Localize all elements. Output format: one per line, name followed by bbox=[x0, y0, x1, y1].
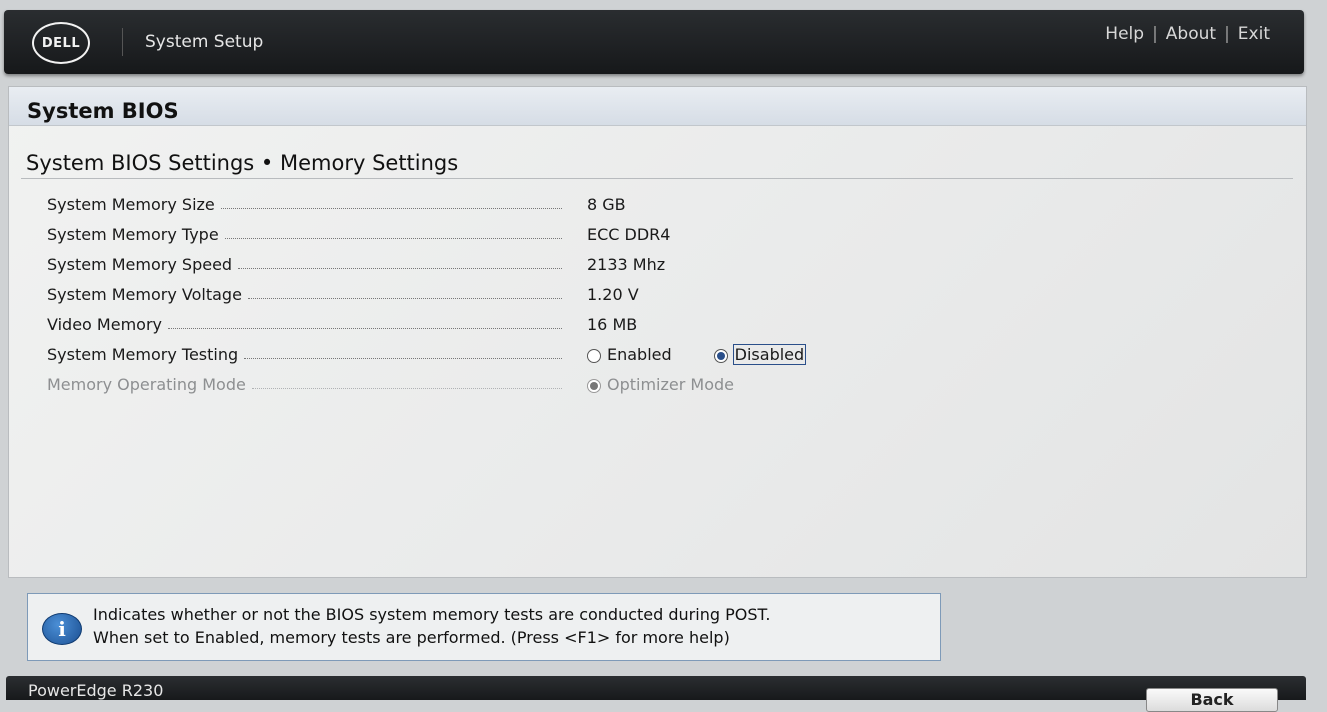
setting-label: System Memory Speed bbox=[47, 255, 233, 274]
panel-header bbox=[9, 87, 1306, 126]
setting-value: ECC DDR4 bbox=[587, 225, 671, 244]
setting-label: System Memory Type bbox=[47, 225, 219, 244]
help-line: When set to Enabled, memory tests are pe… bbox=[93, 628, 730, 647]
help-text: Indicates whether or not the BIOS system… bbox=[93, 603, 770, 649]
header-divider bbox=[122, 28, 123, 56]
about-link[interactable]: About bbox=[1166, 24, 1216, 44]
help-box: i Indicates whether or not the BIOS syst… bbox=[27, 593, 941, 661]
setting-label: System Memory Testing bbox=[47, 345, 239, 364]
setting-label: Video Memory bbox=[47, 315, 162, 334]
radio-unchecked-icon[interactable] bbox=[587, 348, 601, 363]
footer-bar: PowerEdge R230 Back bbox=[6, 676, 1306, 712]
header-links: Help | About | Exit bbox=[1105, 24, 1270, 44]
back-button[interactable]: Back bbox=[1146, 688, 1278, 712]
memory-testing-radio-group: Enabled Disabled bbox=[587, 344, 847, 365]
settings-panel: System BIOS System BIOS Settings • Memor… bbox=[8, 86, 1307, 578]
radio-checked-icon[interactable] bbox=[713, 348, 728, 363]
setting-row-memory-operating-mode: Memory Operating Mode Optimizer Mode bbox=[47, 371, 947, 401]
help-link[interactable]: Help bbox=[1105, 24, 1144, 44]
setting-value: 16 MB bbox=[587, 315, 638, 334]
setting-label: System Memory Voltage bbox=[47, 285, 242, 304]
operating-mode-radio-group: Optimizer Mode bbox=[587, 375, 776, 394]
radio-enabled[interactable]: Enabled bbox=[587, 345, 672, 364]
setting-label: System Memory Size bbox=[47, 195, 215, 214]
info-icon: i bbox=[42, 613, 82, 645]
dell-logo: DELL bbox=[32, 22, 90, 64]
top-bar: DELL System Setup Help | About | Exit bbox=[4, 10, 1304, 74]
setting-row-memory-voltage: System Memory Voltage 1.20 V bbox=[47, 281, 947, 311]
radio-label: Enabled bbox=[607, 345, 672, 364]
page-title: System BIOS bbox=[27, 99, 179, 123]
setting-row-memory-speed: System Memory Speed 2133 Mhz bbox=[47, 251, 947, 281]
setting-label: Memory Operating Mode bbox=[47, 375, 246, 394]
setting-row-memory-testing: System Memory Testing Enabled Disabled bbox=[47, 341, 947, 371]
setting-row-memory-size: System Memory Size 8 GB bbox=[47, 191, 947, 221]
radio-checked-icon bbox=[587, 378, 601, 393]
link-separator: | bbox=[1224, 24, 1230, 44]
model-name: PowerEdge R230 bbox=[28, 681, 164, 700]
radio-optimizer-mode: Optimizer Mode bbox=[587, 375, 734, 394]
divider bbox=[21, 178, 1293, 179]
setting-value: 2133 Mhz bbox=[587, 255, 666, 274]
app-title: System Setup bbox=[145, 32, 264, 52]
link-separator: | bbox=[1152, 24, 1158, 44]
help-line: Indicates whether or not the BIOS system… bbox=[93, 605, 771, 624]
radio-disabled[interactable]: Disabled bbox=[713, 344, 807, 365]
breadcrumb: System BIOS Settings • Memory Settings bbox=[26, 151, 459, 175]
setting-row-memory-type: System Memory Type ECC DDR4 bbox=[47, 221, 947, 251]
exit-link[interactable]: Exit bbox=[1238, 24, 1270, 44]
setting-value: 1.20 V bbox=[587, 285, 639, 304]
settings-list: System Memory Size 8 GB System Memory Ty… bbox=[47, 191, 947, 401]
radio-label: Optimizer Mode bbox=[607, 375, 734, 394]
radio-label: Disabled bbox=[732, 344, 807, 365]
setting-value: 8 GB bbox=[587, 195, 626, 214]
setting-row-video-memory: Video Memory 16 MB bbox=[47, 311, 947, 341]
